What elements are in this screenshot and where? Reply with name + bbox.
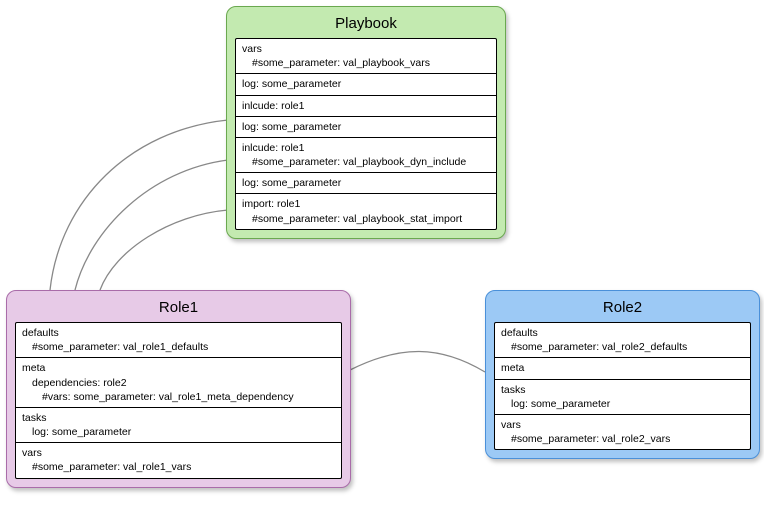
role2-box: Role2 defaults #some_parameter: val_role… xyxy=(485,290,760,459)
role1-title: Role1 xyxy=(15,299,342,316)
role1-cell: vars #some_parameter: val_role1_vars xyxy=(16,443,341,477)
role1-box: Role1 defaults #some_parameter: val_role… xyxy=(6,290,351,488)
playbook-cell: log: some_parameter xyxy=(236,74,496,95)
playbook-cell: log: some_parameter xyxy=(236,117,496,138)
playbook-cell: inlcude: role1 #some_parameter: val_play… xyxy=(236,138,496,173)
playbook-inner: vars #some_parameter: val_playbook_vars … xyxy=(235,38,497,230)
playbook-cell: inlcude: role1 xyxy=(236,96,496,117)
role2-cell: defaults #some_parameter: val_role2_defa… xyxy=(495,323,750,358)
playbook-box: Playbook vars #some_parameter: val_playb… xyxy=(226,6,506,239)
role2-cell: meta xyxy=(495,358,750,379)
role2-inner: defaults #some_parameter: val_role2_defa… xyxy=(494,322,751,450)
role1-inner: defaults #some_parameter: val_role1_defa… xyxy=(15,322,342,479)
role2-cell: vars #some_parameter: val_role2_vars xyxy=(495,415,750,449)
playbook-cell: vars #some_parameter: val_playbook_vars xyxy=(236,39,496,74)
role2-title: Role2 xyxy=(494,299,751,316)
role1-cell: tasks log: some_parameter xyxy=(16,408,341,443)
playbook-title: Playbook xyxy=(235,15,497,32)
role1-cell: defaults #some_parameter: val_role1_defa… xyxy=(16,323,341,358)
role1-cell: meta dependencies: role2 #vars: some_par… xyxy=(16,358,341,408)
playbook-cell: import: role1 #some_parameter: val_playb… xyxy=(236,194,496,228)
role2-cell: tasks log: some_parameter xyxy=(495,380,750,415)
playbook-cell: log: some_parameter xyxy=(236,173,496,194)
